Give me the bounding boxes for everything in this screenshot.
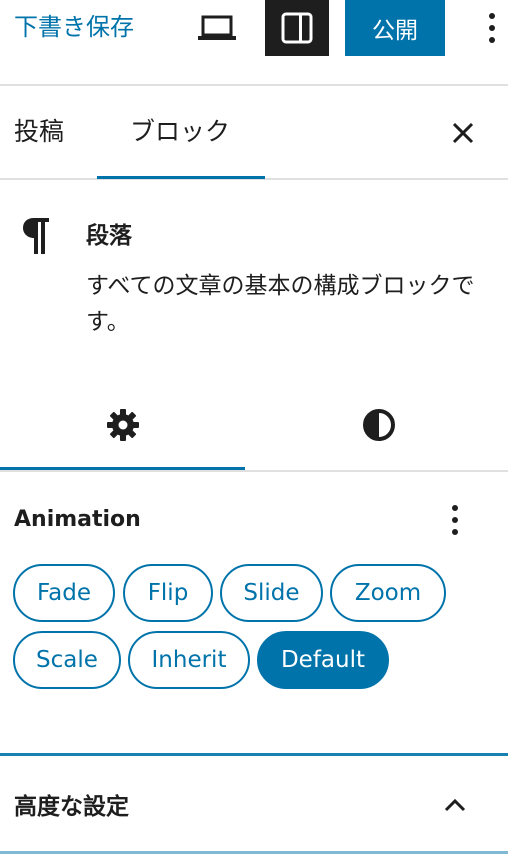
animation-panel-title: Animation	[14, 507, 141, 532]
publish-button[interactable]: 公開	[345, 0, 445, 56]
settings-toggle-button[interactable]	[265, 0, 329, 56]
laptop-icon	[198, 15, 236, 40]
block-title: 段落	[86, 223, 132, 249]
panel-divider	[0, 753, 508, 756]
tab-settings[interactable]	[0, 380, 245, 470]
preview-button[interactable]	[195, 8, 239, 48]
tab-styles[interactable]	[256, 380, 501, 470]
advanced-toggle-button[interactable]	[440, 790, 470, 820]
more-options-button[interactable]	[478, 6, 506, 50]
sidebar-toggle-icon	[281, 12, 313, 44]
tab-block[interactable]: ブロック	[130, 114, 230, 150]
close-icon	[452, 122, 474, 144]
editor-toolbar: 下書き保存 公開	[0, 0, 508, 86]
gear-icon	[106, 409, 139, 441]
vertical-ellipsis-icon	[489, 13, 495, 43]
close-sidebar-button[interactable]	[446, 116, 480, 150]
animation-option-flip[interactable]: Flip	[123, 564, 213, 622]
animation-option-default[interactable]: Default	[257, 631, 389, 689]
block-card: 段落 すべての文章の基本の構成ブロックです。	[0, 182, 508, 362]
half-circle-contrast-icon	[362, 409, 395, 441]
animation-option-inherit[interactable]: Inherit	[128, 631, 250, 689]
animation-option-zoom[interactable]: Zoom	[330, 564, 446, 622]
block-inspector-tabs	[0, 380, 508, 472]
animation-options-button[interactable]	[440, 500, 470, 540]
active-tab-indicator	[97, 176, 265, 179]
advanced-panel-toggle[interactable]: 高度な設定	[14, 790, 129, 824]
animation-option-slide[interactable]: Slide	[220, 564, 323, 622]
chevron-up-icon	[444, 798, 466, 812]
block-description: すべての文章の基本の構成ブロックです。	[86, 273, 475, 335]
animation-option-scale[interactable]: Scale	[13, 631, 121, 689]
active-subtab-indicator	[0, 467, 245, 470]
pilcrow-icon	[23, 218, 49, 254]
tab-post[interactable]: 投稿	[14, 114, 64, 150]
sidebar-tabs: 投稿 ブロック	[0, 88, 508, 180]
save-draft-button[interactable]: 下書き保存	[14, 12, 134, 42]
vertical-ellipsis-icon	[452, 505, 458, 535]
animation-option-fade[interactable]: Fade	[13, 564, 115, 622]
